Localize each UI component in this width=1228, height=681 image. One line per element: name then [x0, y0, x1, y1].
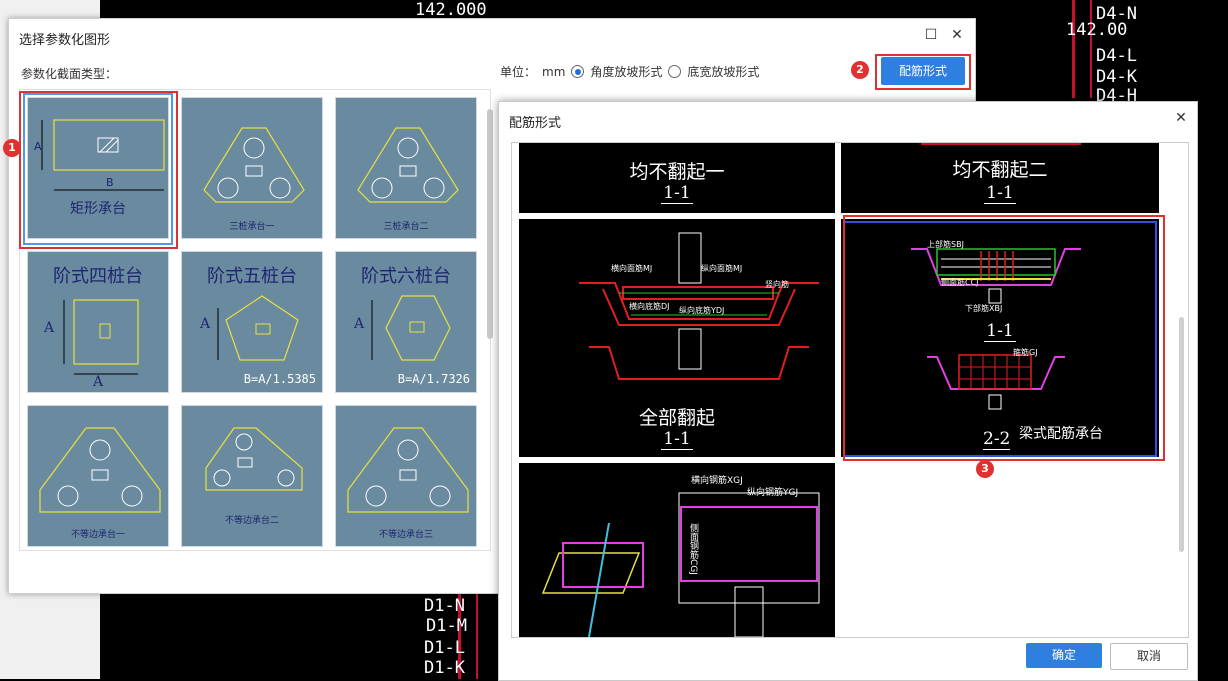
shape-tile-step-four-pile[interactable]: 阶式四桩台 A A — [27, 251, 169, 393]
tile-title: 阶式四桩台 — [53, 266, 143, 287]
rebar-label: 竖向筋 — [765, 280, 789, 289]
cad-elevation-label: 142.000 — [415, 0, 487, 20]
tile-caption: 不等边承台一 — [70, 530, 125, 540]
radio-angle-slope-label[interactable]: 角度放坡形式 — [590, 63, 662, 80]
cad-red-line — [1090, 0, 1092, 98]
ok-button[interactable]: 确定 — [1026, 643, 1102, 668]
step-badge: 3 — [976, 460, 994, 478]
dim-a-label: A — [44, 320, 55, 336]
close-icon[interactable]: ✕ — [947, 25, 967, 45]
rebar-tile-ring-type[interactable]: 横向钢筋XGJ 纵向钢筋YGJ 侧面钢筋CGJ — [519, 463, 835, 637]
close-icon[interactable]: ✕ — [1171, 108, 1191, 128]
step-badge: 1 — [3, 139, 21, 157]
cad-axis-label: D1-M — [426, 616, 467, 636]
rebar-label: 横向钢筋XGJ — [691, 476, 743, 486]
tile-caption: B=A/1.7326 — [397, 372, 470, 386]
rebar-tile-section: 1-1 — [984, 183, 1016, 204]
dim-a-label: A — [200, 316, 211, 332]
shape-tile-three-pile-2[interactable]: 三桩承台二 — [335, 97, 477, 239]
shape-tile-unequal-2[interactable]: 不等边承台二 — [181, 405, 323, 547]
highlight-frame — [19, 91, 178, 249]
shape-tile-unequal-3[interactable]: 不等边承台三 — [335, 405, 477, 547]
rebar-label: 横向面筋MJ — [611, 264, 653, 273]
shape-tile-unequal-1[interactable]: 不等边承台一 — [27, 405, 169, 547]
maximize-icon[interactable]: ☐ — [921, 25, 941, 45]
rebar-label: 纵向钢筋YGJ — [747, 488, 799, 498]
rebar-label: 横向底筋DJ — [629, 302, 670, 311]
unit-label: 单位： — [500, 65, 537, 79]
shape-tile-three-pile-1[interactable]: 三桩承台一 — [181, 97, 323, 239]
section-type-label: 参数化截面类型： — [21, 67, 118, 81]
dialog-title: 选择参数化图形 — [19, 33, 111, 48]
cad-axis-label: D4-N — [1096, 4, 1137, 24]
radio-width-slope[interactable] — [668, 65, 682, 78]
cad-axis-label: D1-N — [424, 596, 465, 616]
rebar-label: 纵向面筋MJ — [701, 264, 743, 273]
rebar-tile-caption: 均不翻起二 — [952, 159, 1048, 181]
rebar-tile-full-bend[interactable]: 横向面筋MJ 纵向面筋MJ 横向底筋DJ 纵向底筋YDJ 竖向筋 全部翻起 1-… — [519, 219, 835, 457]
tile-caption: 三桩承台一 — [229, 222, 275, 232]
rebar-form-dialog: 配筋形式 ✕ 均不翻起一 1-1 均不翻起二 1-1 横向面筋MJ 纵向面筋MJ… — [498, 101, 1198, 681]
rebar-tile-no-bend-2[interactable]: 均不翻起二 1-1 — [841, 143, 1159, 213]
step-badge: 2 — [851, 61, 869, 79]
list-scrollbar[interactable] — [1179, 317, 1184, 552]
cad-axis-label: D1-K — [424, 658, 465, 678]
cad-red-line — [1072, 0, 1075, 98]
highlight-frame — [843, 215, 1165, 461]
shape-tile-step-six-pile[interactable]: 阶式六桩台 A B=A/1.7326 — [335, 251, 477, 393]
shape-tile-step-five-pile[interactable]: 阶式五桩台 A B=A/1.5385 — [181, 251, 323, 393]
unit-row: 单位： mm 角度放坡形式 底宽放坡形式 — [500, 63, 759, 80]
tile-caption: 不等边承台二 — [224, 516, 279, 526]
rebar-tile-section: 1-1 — [661, 429, 693, 450]
radio-width-slope-label[interactable]: 底宽放坡形式 — [687, 63, 759, 80]
tile-title: 阶式六桩台 — [361, 266, 451, 287]
tile-title: 阶式五桩台 — [207, 266, 297, 287]
unit-value: mm — [542, 64, 566, 79]
grid-scrollbar[interactable] — [487, 109, 493, 339]
cad-axis-label: D4-L — [1096, 46, 1137, 66]
dim-a-label: A — [354, 316, 365, 332]
cad-axis-label: D4-K — [1096, 67, 1137, 87]
radio-angle-slope[interactable] — [571, 65, 585, 78]
rebar-tile-caption: 全部翻起 — [638, 407, 715, 429]
tile-caption: 三桩承台二 — [383, 222, 429, 232]
rebar-tile-section: 1-1 — [661, 183, 693, 204]
tile-caption: B=A/1.5385 — [243, 372, 316, 386]
dialog-title: 配筋形式 — [509, 116, 562, 131]
cancel-button[interactable]: 取消 — [1110, 643, 1188, 670]
tile-caption: A — [92, 374, 104, 390]
rebar-tile-no-bend-1[interactable]: 均不翻起一 1-1 — [519, 143, 835, 213]
rebar-line — [921, 143, 1081, 145]
rebar-form-button[interactable]: 配筋形式 — [881, 57, 965, 85]
tile-caption: 不等边承台三 — [378, 530, 433, 540]
rebar-form-list: 均不翻起一 1-1 均不翻起二 1-1 横向面筋MJ 纵向面筋MJ 横向底筋DJ — [511, 142, 1189, 638]
cad-red-line — [476, 590, 478, 679]
rebar-label: 纵向底筋YDJ — [679, 306, 725, 315]
cad-axis-label: D1-L — [424, 638, 465, 658]
rebar-tile-caption: 均不翻起一 — [629, 161, 725, 183]
rebar-label: 侧面钢筋CGJ — [688, 523, 698, 575]
